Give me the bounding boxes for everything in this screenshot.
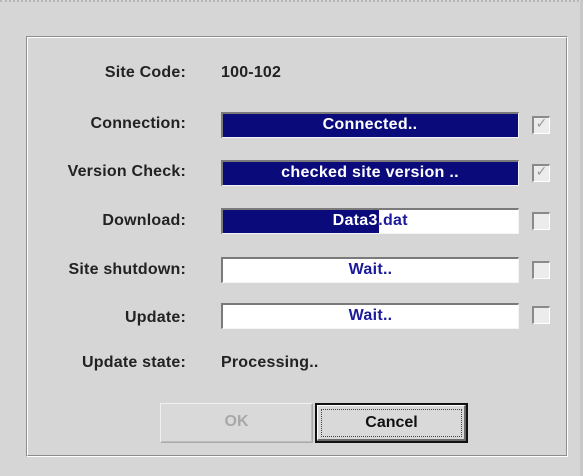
site-shutdown-progress-bar: Wait.. Wait..: [221, 257, 519, 283]
version-check-status-text-highlight: checked site version ..: [281, 164, 459, 181]
ok-button[interactable]: OK: [160, 403, 313, 443]
connection-progress-bar: Connected.. Connected..: [221, 112, 519, 138]
download-status-text-highlight: Data3.dat: [332, 212, 380, 229]
version-check-checkbox[interactable]: ✓: [532, 164, 550, 182]
site-shutdown-status-text: Wait..: [348, 261, 393, 278]
update-dialog: Site Code: 100-102 Connection: Connected…: [0, 0, 583, 476]
download-checkbox[interactable]: [532, 212, 550, 230]
connection-checkbox[interactable]: ✓: [532, 116, 550, 134]
site-shutdown-label: Site shutdown:: [68, 261, 186, 278]
checkmark-icon: ✓: [535, 116, 548, 132]
update-progress-bar: Wait.. Wait..: [221, 303, 519, 329]
group-frame: [26, 36, 568, 457]
connection-status-text-highlight: Connected..: [322, 116, 418, 133]
checkmark-icon: ✓: [535, 164, 548, 180]
update-status-text: Wait..: [348, 307, 393, 324]
update-state-label: Update state:: [82, 354, 186, 371]
ok-button-label: OK: [224, 413, 249, 430]
download-label: Download:: [102, 212, 186, 229]
site-code-value: 100-102: [221, 64, 282, 81]
site-code-label: Site Code:: [104, 64, 186, 81]
cancel-button-label: Cancel: [365, 414, 418, 431]
update-label: Update:: [125, 309, 186, 326]
update-checkbox[interactable]: [532, 306, 550, 324]
version-check-label: Version Check:: [67, 163, 186, 180]
download-progress-bar: Data3.dat Data3.dat: [221, 208, 519, 234]
version-check-progress-bar: checked site version .. checked site ver…: [221, 160, 519, 186]
cancel-button[interactable]: Cancel: [315, 403, 468, 443]
site-shutdown-checkbox[interactable]: [532, 261, 550, 279]
connection-label: Connection:: [90, 115, 186, 132]
update-state-value: Processing..: [221, 354, 319, 371]
